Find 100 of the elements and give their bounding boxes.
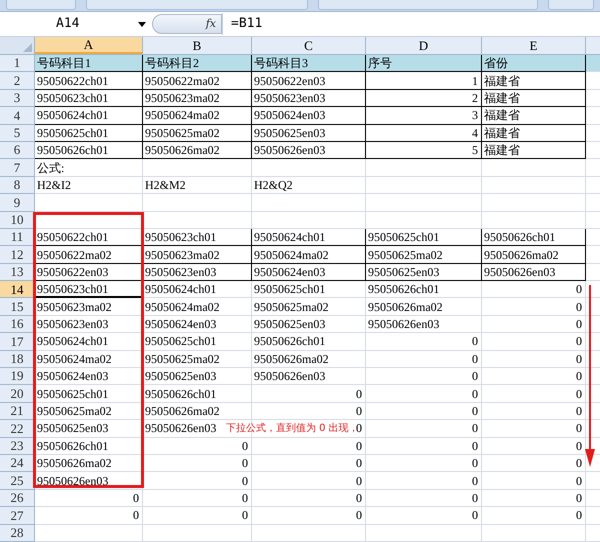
row-header[interactable]: 28 [0, 524, 35, 542]
table-cell: 95050623ma02 [143, 246, 252, 264]
down-arrow-icon [585, 285, 595, 468]
name-box[interactable]: A14 [0, 13, 152, 35]
table-cell: 0 [482, 454, 586, 472]
table-cell: 0 [35, 490, 143, 508]
row-header[interactable]: 4 [0, 107, 35, 125]
table-cell: H2&I2 [35, 176, 143, 194]
table-cell: 省份 [482, 55, 586, 72]
table-cell: 95050622ma02 [143, 72, 252, 90]
row-header[interactable]: 26 [0, 490, 35, 508]
table-cell: 95050625en03 [366, 264, 482, 282]
table-cell: 0 [366, 402, 482, 420]
table-cell: 0 [252, 472, 366, 490]
table-cell: 0 [482, 438, 586, 455]
table-cell: 95050624ma02 [35, 350, 143, 368]
row-header[interactable]: 9 [0, 194, 35, 212]
table-cell: 95050622en03 [252, 72, 366, 90]
table-cell: 0 [366, 333, 482, 351]
table-cell: 95050626en03 [252, 368, 366, 386]
table-cell: 0 [482, 472, 586, 490]
row-header[interactable]: 15 [0, 298, 35, 316]
table-cell: 0 [252, 507, 366, 525]
table-cell: 0 [143, 438, 252, 455]
table-cell: 号码科目1 [35, 55, 143, 72]
table-cell: 0 [366, 368, 482, 386]
row-header[interactable]: 1 [0, 55, 35, 72]
table-cell: 福建省 [482, 124, 586, 142]
table-cell: 95050626en03 [366, 316, 482, 334]
table-cell: 0 [366, 472, 482, 490]
table-cell: 95050624en03 [252, 264, 366, 282]
table-cell: 95050625ch01 [143, 333, 252, 351]
table-cell: 3 [366, 107, 482, 125]
table-cell: 95050623en03 [252, 90, 366, 108]
table-cell: 0 [252, 454, 366, 472]
row-header[interactable]: 6 [0, 142, 35, 160]
table-cell: 95050624ch01 [35, 107, 143, 125]
table-cell: 0 [252, 402, 366, 420]
row-header[interactable]: 14 [0, 281, 35, 298]
table-cell: 福建省 [482, 107, 586, 125]
table-cell: 0 [366, 438, 482, 455]
row-header[interactable]: 25 [0, 472, 35, 490]
table-cell: 0 [482, 507, 586, 525]
table-cell: 95050624ch01 [143, 281, 252, 298]
table-cell: 95050625ma02 [143, 124, 252, 142]
fx-button[interactable]: fx [152, 14, 222, 34]
row-header[interactable]: 17 [0, 333, 35, 351]
table-cell: 0 [366, 385, 482, 403]
table-cell: 95050623ch01 [35, 90, 143, 108]
table-cell: 95050626en03 [252, 142, 366, 160]
table-cell: 95050625en03 [252, 316, 366, 334]
table-cell: 95050626ch01 [35, 142, 143, 160]
row-header[interactable]: 5 [0, 124, 35, 142]
table-cell: 0 [482, 316, 586, 334]
table-cell: 95050626ma02 [143, 142, 252, 160]
table-cell: 0 [366, 490, 482, 508]
table-cell: 95050622ch01 [35, 72, 143, 90]
column-header[interactable]: A [35, 37, 143, 54]
table-cell: 95050624en03 [252, 107, 366, 125]
table-cell: 95050624ch01 [252, 228, 366, 246]
table-cell: 95050626ch01 [366, 281, 482, 298]
table-cell: 95050623ma02 [143, 90, 252, 108]
table-cell: 0 [143, 507, 252, 525]
table-cell: 1 [366, 72, 482, 90]
table-cell: H2&Q2 [252, 176, 366, 194]
table-cell: 95050626ma02 [482, 246, 586, 264]
table-cell: 95050624en03 [143, 316, 252, 334]
table-cell: 95050625ma02 [366, 246, 482, 264]
table-cell: 号码科目2 [143, 55, 252, 72]
table-cell: 95050625en03 [252, 124, 366, 142]
table-cell: 95050622en03 [35, 264, 143, 282]
table-cell: 福建省 [482, 142, 586, 160]
table-cell: 95050624ma02 [143, 298, 252, 316]
row-header[interactable]: 19 [0, 368, 35, 386]
table-cell: 95050624ma02 [143, 107, 252, 125]
table-cell: 0 [482, 402, 586, 420]
row-header[interactable]: 7 [0, 159, 35, 177]
row-header[interactable]: 27 [0, 507, 35, 525]
table-cell: 0 [482, 490, 586, 508]
dropdown-caret-icon[interactable] [138, 22, 146, 26]
table-cell: 0 [482, 420, 586, 438]
row-header[interactable]: 2 [0, 72, 35, 90]
formula-field[interactable]: =B11 [222, 13, 600, 35]
row-header[interactable]: 8 [0, 176, 35, 194]
table-cell: 公式: [35, 159, 143, 177]
row-header[interactable]: 3 [0, 90, 35, 108]
table-cell: 95050625en03 [143, 368, 252, 386]
table-cell: 福建省 [482, 72, 586, 90]
table-cell: 0 [143, 490, 252, 508]
table-cell: 95050624ma02 [252, 246, 366, 264]
table-cell: 95050625ma02 [143, 350, 252, 368]
row-header[interactable]: 12 [0, 246, 35, 264]
corner-triangle-icon [23, 43, 32, 52]
table-cell: 0 [366, 454, 482, 472]
table-cell: 95050625ch01 [366, 228, 482, 246]
table-cell: 0 [482, 368, 586, 386]
table-cell: 0 [252, 490, 366, 508]
table-cell: 0 [366, 507, 482, 525]
row-header[interactable]: 22 [0, 420, 35, 438]
row-header[interactable]: 20 [0, 385, 35, 403]
